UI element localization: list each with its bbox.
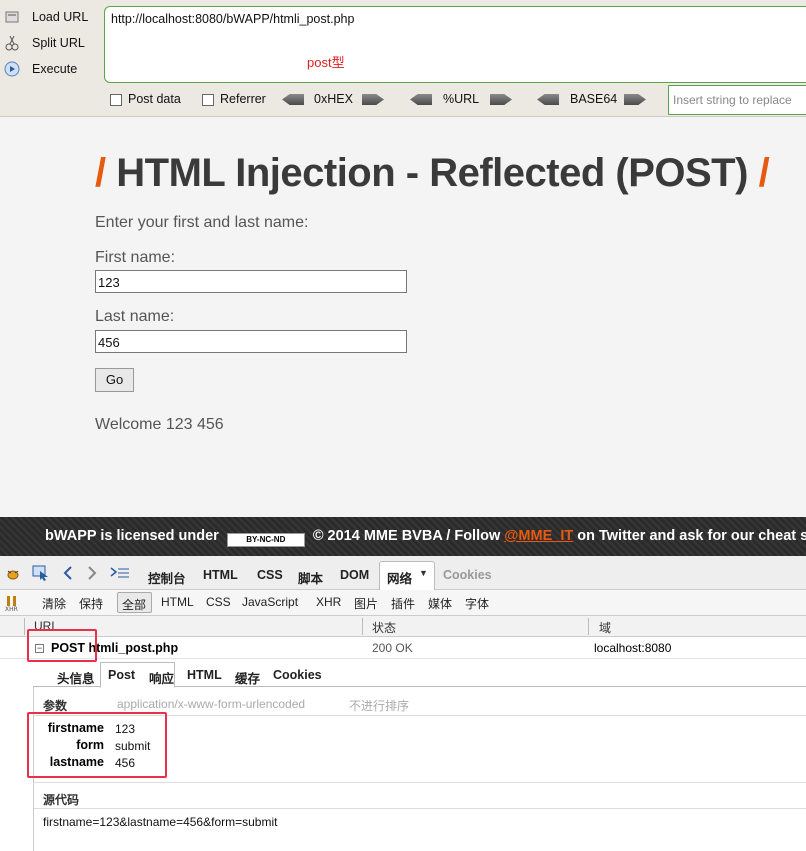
footer-bar: bWAPP is licensed under BY-NC-ND © 2014 … (0, 517, 806, 556)
hackbar-toolbar: Load URL Split URL Execute http://localh… (0, 0, 806, 117)
inspect-icon[interactable] (32, 565, 50, 586)
page-title: / HTML Injection - Reflected (POST) / (95, 151, 770, 195)
load-url-icon (4, 9, 20, 25)
base64-label: BASE64 (570, 92, 618, 106)
form-prompt: Enter your first and last name: (95, 214, 309, 231)
tab-script[interactable]: 脚本 (298, 568, 323, 587)
scissors-icon (4, 35, 20, 51)
execute-button[interactable]: Execute (4, 58, 77, 80)
net-filter-bar: XHR 清除 保持 全部 HTML CSS JavaScript XHR 图片 … (0, 590, 806, 616)
source-text: firstname=123&lastname=456&form=submit (43, 815, 278, 829)
filter-fonts[interactable]: 字体 (465, 595, 489, 612)
source-header: 源代码 (43, 793, 80, 807)
tab-cookies-detail[interactable]: Cookies (273, 668, 322, 682)
request-row[interactable]: − POST htmli_post.php 200 OK localhost:8… (0, 637, 806, 659)
tab-html-detail[interactable]: HTML (187, 668, 222, 682)
persist-button[interactable]: 保持 (79, 595, 103, 612)
filter-plugins[interactable]: 插件 (391, 595, 415, 612)
first-name-input[interactable]: 123 (95, 270, 407, 293)
post-data-label: Post data (128, 92, 181, 106)
first-name-label: First name: (95, 249, 176, 266)
request-domain: localhost:8080 (594, 641, 672, 655)
request-detail-tabs: 头信息 Post 响应 HTML 缓存 Cookies (33, 662, 806, 688)
hex-label: 0xHEX (314, 92, 353, 106)
section-divider (34, 782, 806, 783)
filter-media[interactable]: 媒体 (428, 595, 452, 612)
filter-images[interactable]: 图片 (354, 595, 378, 612)
column-domain[interactable]: 域 (599, 619, 611, 636)
tab-cache[interactable]: 缓存 (235, 668, 260, 687)
firebug-bug-icon[interactable] (6, 567, 20, 585)
tab-headers[interactable]: 头信息 (57, 668, 95, 687)
replace-input[interactable]: Insert string to replace (668, 85, 806, 115)
column-divider (362, 618, 363, 635)
filter-html[interactable]: HTML (161, 595, 194, 609)
tab-net[interactable]: 网络 ▼ (379, 561, 435, 590)
tab-html[interactable]: HTML (203, 568, 238, 582)
url-text: http://localhost:8080/bWAPP/htmli_post.p… (111, 12, 355, 26)
referrer-checkbox[interactable] (202, 94, 214, 106)
highlight-box-request (27, 629, 97, 662)
pause-icon[interactable]: XHR (5, 594, 19, 617)
content-type-label: application/x-www-form-urlencoded (117, 697, 306, 711)
title-slash-right: / (758, 151, 770, 195)
url-decode-arrow-icon[interactable] (410, 94, 432, 105)
last-name-input[interactable]: 456 (95, 330, 407, 353)
go-button[interactable]: Go (95, 368, 134, 392)
page-content: / HTML Injection - Reflected (POST) / En… (0, 117, 806, 517)
chevron-down-icon: ▼ (419, 568, 428, 578)
last-name-label: Last name: (95, 308, 175, 325)
split-url-button[interactable]: Split URL (4, 32, 85, 54)
welcome-message: Welcome 123 456 (95, 416, 224, 433)
no-sort-link[interactable]: 不进行排序 (349, 697, 409, 714)
firebug-tabbar: 控制台 HTML CSS 脚本 DOM 网络 ▼ Cookies (0, 556, 806, 590)
referrer-label: Referrer (220, 92, 266, 106)
url-encode-arrow-icon[interactable] (490, 94, 512, 105)
base64-decode-arrow-icon[interactable] (537, 94, 559, 105)
load-url-button[interactable]: Load URL (4, 6, 88, 28)
column-divider (588, 618, 589, 635)
title-slash-left: / (95, 151, 106, 195)
section-divider (34, 808, 806, 809)
tab-css[interactable]: CSS (257, 568, 283, 582)
net-column-headers: URL 状态 域 (0, 616, 806, 637)
clear-button[interactable]: 清除 (42, 595, 66, 612)
back-icon[interactable] (62, 565, 74, 586)
svg-text:XHR: XHR (5, 606, 18, 612)
url-textarea[interactable]: http://localhost:8080/bWAPP/htmli_post.p… (104, 6, 806, 83)
filter-javascript[interactable]: JavaScript (242, 595, 298, 609)
base64-encode-arrow-icon[interactable] (624, 94, 646, 105)
tab-response[interactable]: 响应 (149, 668, 174, 687)
command-line-icon[interactable] (110, 566, 130, 585)
filter-css[interactable]: CSS (206, 595, 231, 609)
url-label: %URL (443, 92, 480, 106)
highlight-box-params (27, 712, 167, 778)
hex-encode-arrow-icon[interactable] (362, 94, 384, 105)
annotation-text: post型 (307, 55, 345, 70)
tab-cookies[interactable]: Cookies (443, 568, 492, 582)
tab-console[interactable]: 控制台 (148, 568, 186, 587)
play-icon (4, 61, 20, 77)
column-status[interactable]: 状态 (372, 619, 396, 636)
twitter-link[interactable]: @MME_IT (504, 528, 573, 544)
request-status: 200 OK (372, 641, 413, 655)
cc-license-badge[interactable]: BY-NC-ND (226, 533, 305, 547)
footer-text: bWAPP is licensed under BY-NC-ND © 2014 … (45, 528, 806, 547)
firebug-panel: 控制台 HTML CSS 脚本 DOM 网络 ▼ Cookies XHR 清除 … (0, 556, 806, 851)
filter-xhr[interactable]: XHR (316, 595, 341, 609)
filter-all-button[interactable]: 全部 (117, 592, 152, 613)
forward-icon[interactable] (86, 565, 98, 586)
tab-dom[interactable]: DOM (340, 568, 369, 582)
post-data-checkbox[interactable] (110, 94, 122, 106)
hex-decode-arrow-icon[interactable] (282, 94, 304, 105)
column-divider (24, 618, 25, 635)
